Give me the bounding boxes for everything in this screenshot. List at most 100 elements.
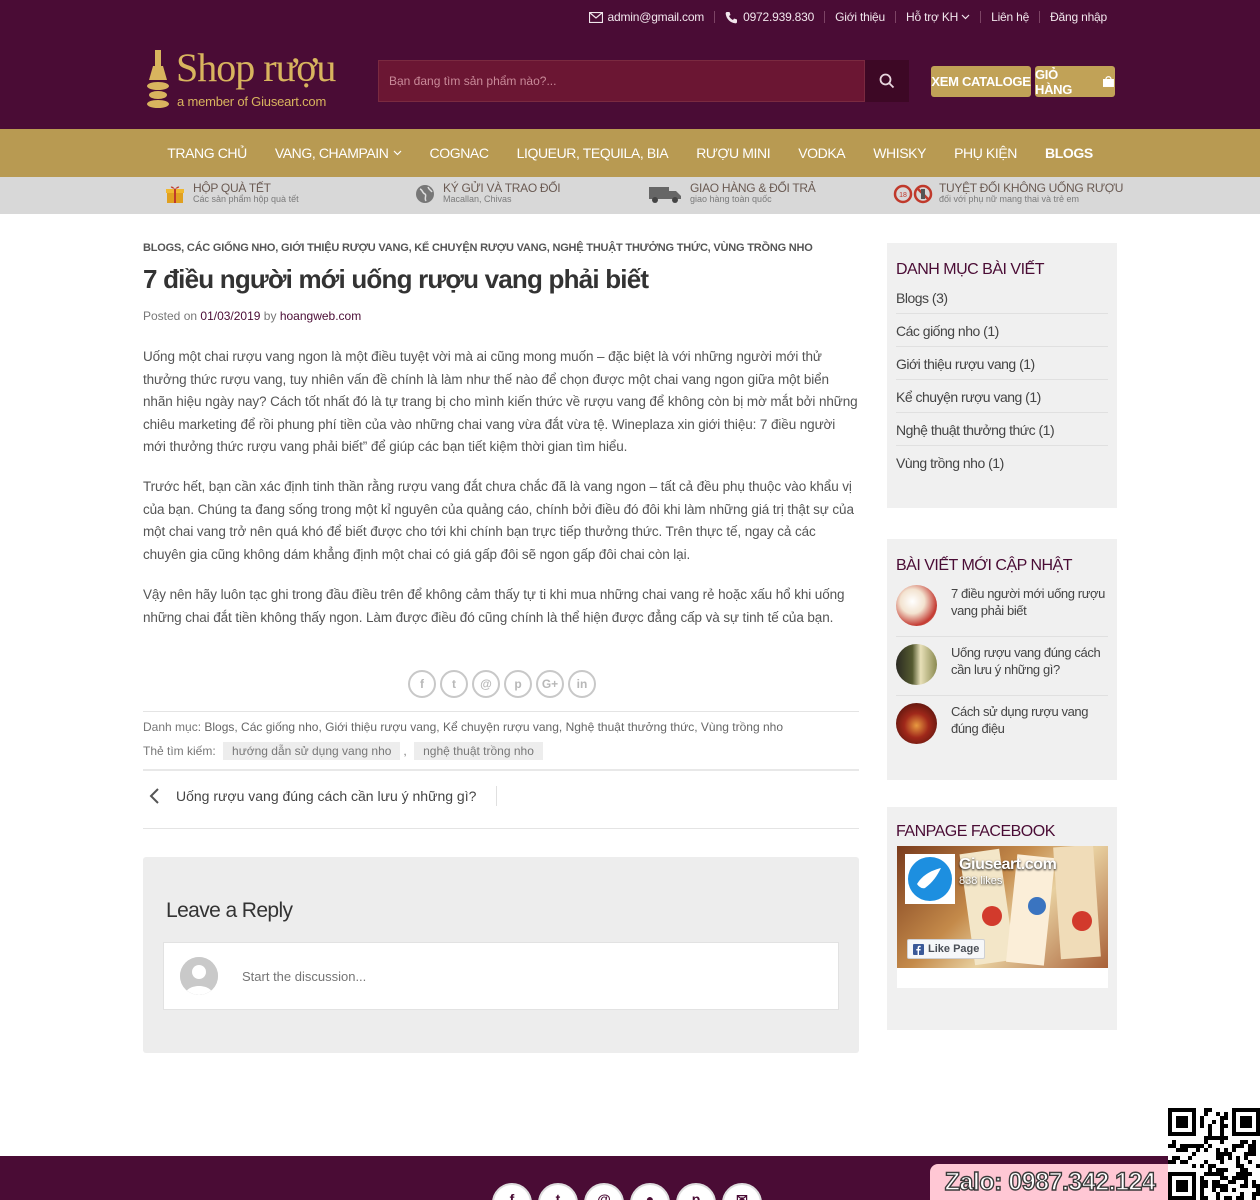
cart-label: GIỎ HÀNG: [1035, 66, 1073, 97]
category-item[interactable]: Nghệ thuật thưởng thức (1): [896, 413, 1108, 446]
nav-whisky[interactable]: WHISKY: [859, 145, 940, 161]
twitter-share-icon[interactable]: t: [440, 670, 468, 698]
post-paragraph: Vậy nên hãy luôn tạc ghi trong đầu điều …: [143, 587, 845, 625]
previous-post-link[interactable]: Uống rượu vang đúng cách cần lưu ý những…: [148, 786, 498, 806]
facebook-page-plugin[interactable]: Giuseart.com 838 likes Like Page: [897, 846, 1108, 988]
facebook-like-button[interactable]: Like Page: [907, 939, 986, 959]
feature-title: TUYỆT ĐỐI KHÔNG UỐNG RƯỢU: [939, 181, 1124, 195]
facebook-share-icon[interactable]: f: [408, 670, 436, 698]
catalogue-button[interactable]: XEM CATALOGE: [931, 66, 1031, 97]
phone-link[interactable]: 0972.939.830: [715, 8, 824, 26]
tag-link[interactable]: nghệ thuật trồng nho: [414, 742, 543, 760]
feature-delivery[interactable]: GIAO HÀNG & ĐỔI TRẢ giao hàng toàn quốc: [648, 182, 816, 205]
feature-gift[interactable]: HỘP QUÀ TẾT Các sản phẩm hộp quà tết: [165, 182, 299, 205]
feature-subtitle: Các sản phẩm hộp quà tết: [193, 194, 299, 204]
recent-post-list: 7 điều người mới uống rượu vang phải biế…: [887, 578, 1117, 754]
recent-post[interactable]: 7 điều người mới uống rượu vang phải biế…: [896, 578, 1108, 637]
facebook-page-name: Giuseart.com: [959, 856, 1057, 873]
facebook-page-avatar: [905, 854, 955, 904]
divider: [143, 711, 859, 712]
author-link[interactable]: hoangweb.com: [280, 309, 361, 323]
site-logo[interactable]: Shop rượu a member of Giuseart.com: [145, 45, 355, 114]
category-links[interactable]: Blogs, Các giống nho, Giới thiệu rượu va…: [204, 720, 783, 734]
comment-input[interactable]: [242, 965, 802, 987]
support-label: Hỗ trợ KH: [906, 10, 959, 24]
svg-text:18: 18: [899, 192, 907, 199]
no-alcohol-icon: 18: [893, 184, 933, 203]
feature-no-alcohol[interactable]: 18 TUYỆT ĐỐI KHÔNG UỐNG RƯỢU đối với phụ …: [893, 182, 1123, 205]
post-date-link[interactable]: 01/03/2019: [200, 309, 260, 323]
recent-post-thumbnail: [896, 585, 937, 626]
cart-button[interactable]: GIỎ HÀNG: [1035, 66, 1115, 97]
shopping-bag-icon: [1103, 76, 1115, 87]
tags-label: Thẻ tìm kiếm:: [143, 744, 216, 758]
reply-heading: Leave a Reply: [166, 899, 293, 922]
category-item[interactable]: Blogs (3): [896, 281, 1108, 314]
search-form: [378, 60, 909, 102]
share-buttons: f t @ p G+ in: [408, 670, 596, 698]
recent-post[interactable]: Uống rượu vang đúng cách cần lưu ý những…: [896, 637, 1108, 696]
tag-link[interactable]: hướng dẫn sử dụng vang nho: [223, 742, 401, 760]
nav-vodka[interactable]: VODKA: [784, 145, 859, 161]
nav-mini[interactable]: RƯỢU MINI: [682, 145, 784, 161]
category-item[interactable]: Giới thiệu rượu vang (1): [896, 347, 1108, 380]
nav-liqueur[interactable]: LIQUEUR, TEQUILA, BIA: [503, 145, 683, 161]
qr-code-icon: [1168, 1108, 1260, 1200]
mail-icon: [588, 11, 603, 23]
category-label: Danh mục:: [143, 720, 202, 734]
widget-title: DANH MỤC BÀI VIẾT: [896, 261, 1044, 278]
widget-title: FANPAGE FACEBOOK: [896, 823, 1055, 840]
google-plus-share-icon[interactable]: G+: [536, 670, 564, 698]
email-link[interactable]: admin@gmail.com: [579, 8, 715, 26]
top-bar: admin@gmail.com 0972.939.830 Giới thiệu …: [579, 8, 1117, 26]
recent-post-title: 7 điều người mới uống rượu vang phải biế…: [951, 586, 1105, 618]
login-link[interactable]: Đăng nhập: [1040, 8, 1117, 26]
facebook-likes-count: 838 likes: [959, 875, 1003, 887]
chevron-down-icon: [961, 14, 970, 20]
post-paragraph: Trước hết, bạn cần xác định tinh thần rằ…: [143, 479, 854, 562]
support-link[interactable]: Hỗ trợ KH: [896, 8, 980, 26]
truck-icon: [649, 186, 681, 203]
category-widget: DANH MỤC BÀI VIẾT Blogs (3) Các giống nh…: [887, 243, 1117, 508]
globe-icon: [416, 184, 434, 203]
logo-tagline: a member of Giuseart.com: [177, 94, 327, 109]
search-input[interactable]: [378, 60, 865, 102]
qr-code: [1168, 1108, 1260, 1200]
feature-subtitle: Macallan, Chivas: [443, 194, 512, 204]
bird-logo-icon: [908, 857, 952, 901]
nav-wine-label: VANG, CHAMPAIN: [274, 145, 389, 161]
previous-post-title: Uống rượu vang đúng cách cần lưu ý những…: [176, 788, 477, 804]
post-category-list: Danh mục: Blogs, Các giống nho, Giới thi…: [143, 720, 783, 734]
email-share-icon[interactable]: @: [472, 670, 500, 698]
category-item[interactable]: Kể chuyện rượu vang (1): [896, 380, 1108, 413]
feature-subtitle: đối với phụ nữ mang thai và trẻ em: [939, 194, 1079, 204]
gift-icon: [166, 186, 184, 203]
nav-wine[interactable]: VANG, CHAMPAIN: [261, 145, 416, 161]
logo-wordmark: Shop rượu: [176, 45, 336, 90]
search-button[interactable]: [865, 60, 909, 102]
feature-consign[interactable]: KÝ GỬI VÀ TRAO ĐỔI Macallan, Chivas: [415, 182, 561, 205]
about-link[interactable]: Giới thiệu: [825, 8, 895, 26]
recent-post-title: Uống rượu vang đúng cách cần lưu ý những…: [951, 645, 1101, 677]
divider: [143, 769, 859, 771]
user-icon: [180, 957, 218, 995]
feature-bar: HỘP QUÀ TẾT Các sản phẩm hộp quà tết KÝ G…: [0, 177, 1260, 214]
post-categories[interactable]: BLOGS, CÁC GIỐNG NHO, GIỚI THIỆU RƯỢU VA…: [143, 242, 813, 254]
contact-link[interactable]: Liên hệ: [981, 8, 1039, 26]
nav-cognac[interactable]: COGNAC: [416, 145, 503, 161]
pinterest-share-icon[interactable]: p: [504, 670, 532, 698]
nav-home[interactable]: TRANG CHỦ: [153, 145, 261, 161]
zalo-contact-banner[interactable]: Zalo: 0987.342.124: [930, 1164, 1170, 1200]
like-button-label: Like Page: [928, 943, 980, 955]
nav-blogs[interactable]: BLOGS: [1031, 145, 1107, 161]
main-nav: TRANG CHỦ VANG, CHAMPAIN COGNAC LIQUEUR,…: [0, 129, 1260, 177]
chevron-down-icon: [393, 150, 401, 156]
recent-posts-widget: BÀI VIẾT MỚI CẬP NHẬT 7 điều người mới u…: [887, 539, 1117, 780]
nav-accessories[interactable]: PHỤ KIỆN: [940, 145, 1031, 161]
recent-post[interactable]: Cách sử dụng rượu vang đúng điệu: [896, 696, 1108, 754]
divider: [496, 786, 498, 806]
category-item[interactable]: Các giống nho (1): [896, 314, 1108, 347]
category-list: Blogs (3) Các giống nho (1) Giới thiệu r…: [887, 281, 1117, 478]
linkedin-share-icon[interactable]: in: [568, 670, 596, 698]
category-item[interactable]: Vùng trồng nho (1): [896, 446, 1108, 478]
